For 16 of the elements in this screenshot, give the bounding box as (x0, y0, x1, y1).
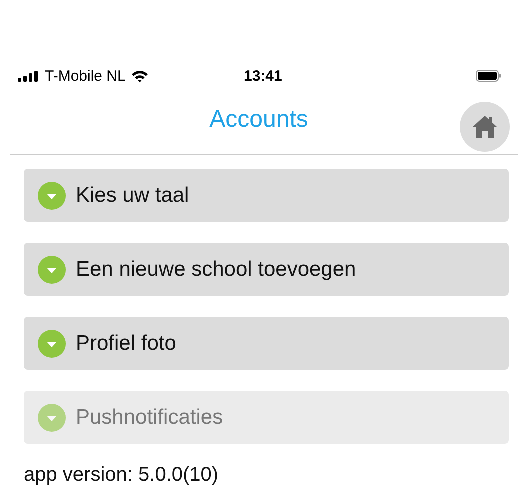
dropdown-icon (38, 182, 66, 210)
accordion-header[interactable]: Kies uw taal (24, 169, 509, 222)
home-icon (472, 115, 498, 139)
page-title: Accounts (210, 106, 308, 134)
dropdown-icon (38, 404, 66, 432)
battery-icon (476, 70, 502, 82)
accordion-header[interactable]: Een nieuwe school toevoegen (24, 243, 509, 296)
home-button[interactable] (460, 102, 510, 152)
app-version: app version: 5.0.0(10) (23, 463, 220, 487)
wifi-icon (130, 70, 149, 82)
dropdown-icon (38, 256, 66, 284)
carrier-name: T-Mobile NL (45, 68, 126, 84)
signal-icon (18, 70, 40, 82)
accordion-header[interactable]: Profiel foto (24, 317, 509, 370)
clock-time: 13:41 (244, 68, 282, 84)
dropdown-icon (38, 330, 66, 358)
